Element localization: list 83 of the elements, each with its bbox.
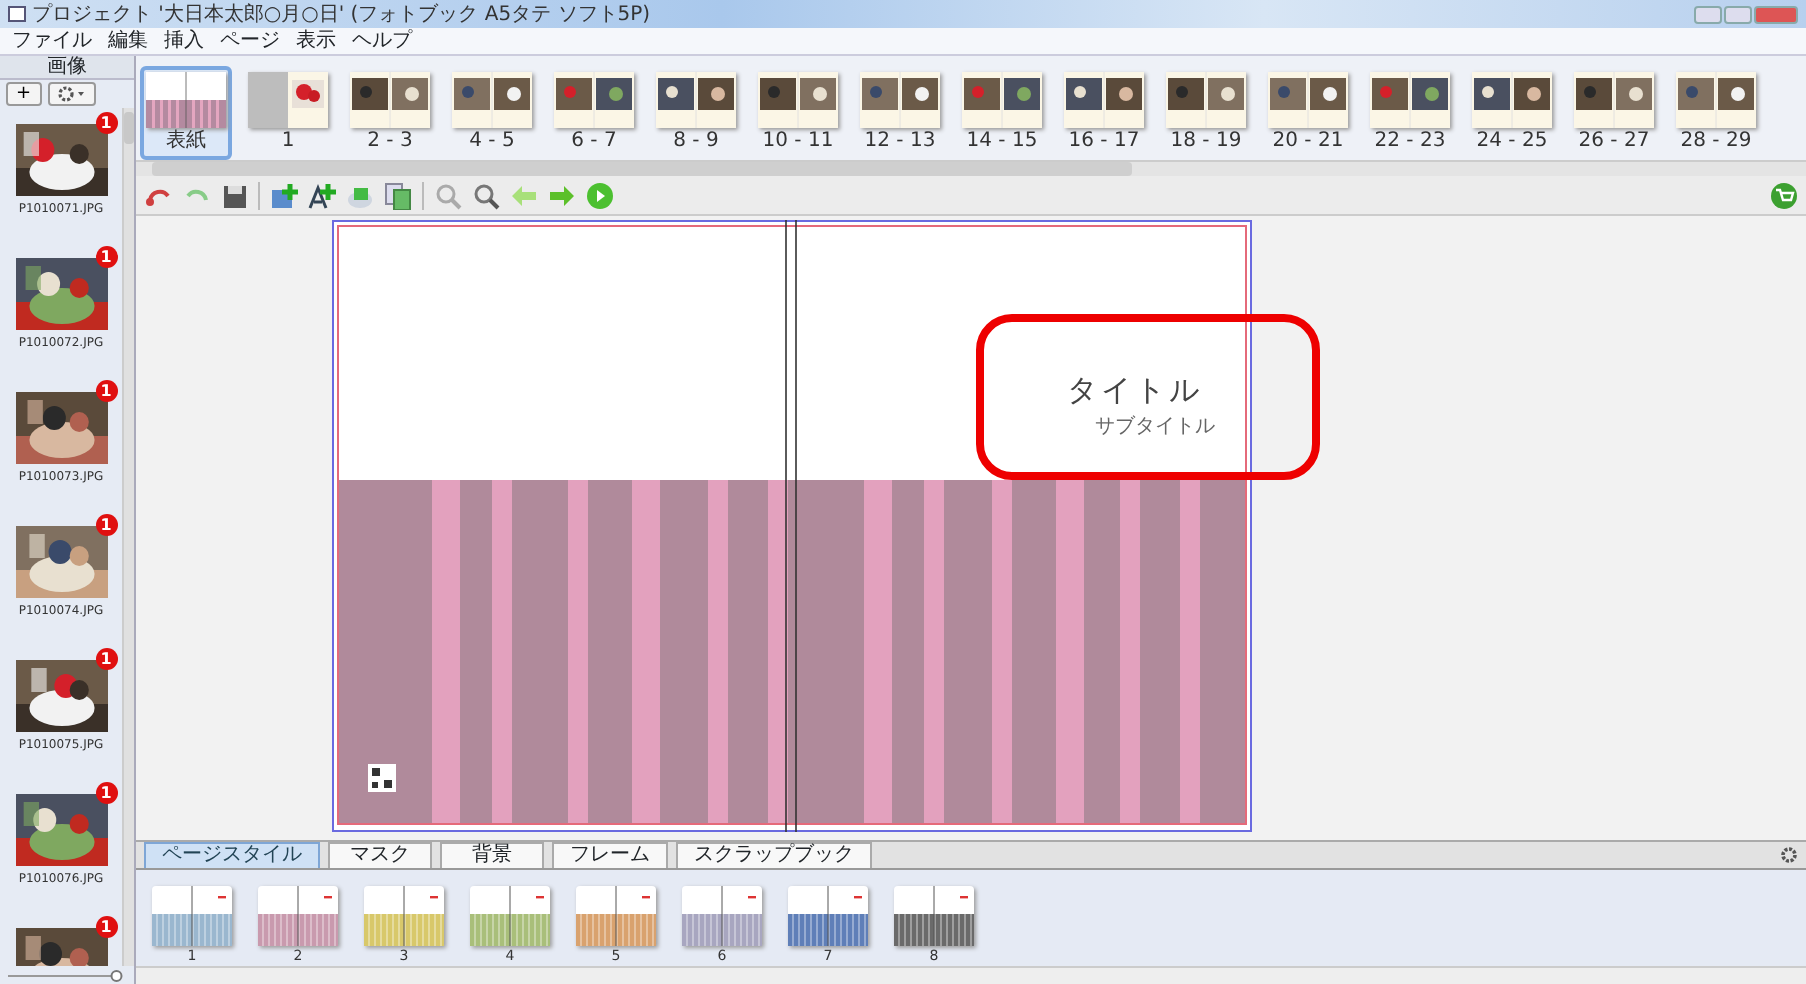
page-thumbnail[interactable]: 1 bbox=[242, 66, 334, 160]
window-title: プロジェクト '大日本太郎○月○日' (フォトブック A5タテ ソフト5P) bbox=[32, 1, 651, 29]
page-thumbnail[interactable]: 表紙 bbox=[140, 66, 232, 160]
page-thumbnail-drawing bbox=[350, 72, 430, 128]
cover-title: タイトル bbox=[1067, 370, 1203, 412]
page-thumbnail-drawing bbox=[656, 72, 736, 128]
copy-page-icon[interactable] bbox=[384, 181, 412, 209]
page-thumbnail[interactable]: 24 - 25 bbox=[1466, 66, 1558, 160]
page-style-swatch[interactable] bbox=[894, 886, 974, 946]
tab[interactable]: フレーム bbox=[552, 842, 668, 868]
add-photo-icon[interactable] bbox=[270, 181, 298, 209]
scrollbar[interactable] bbox=[122, 108, 134, 966]
panel-title: 画像 bbox=[0, 56, 134, 80]
add-text-icon[interactable] bbox=[308, 181, 336, 209]
badge: 1 bbox=[95, 916, 117, 938]
badge: 1 bbox=[95, 648, 117, 670]
page-thumbnail[interactable]: 4 - 5 bbox=[446, 66, 538, 160]
page-style-swatch[interactable] bbox=[152, 886, 232, 946]
badge: 1 bbox=[95, 514, 117, 536]
arrow-right-icon[interactable] bbox=[548, 181, 576, 209]
tab[interactable]: 背景 bbox=[440, 842, 544, 868]
page-style-swatch[interactable] bbox=[470, 886, 550, 946]
tab[interactable]: スクラップブック bbox=[676, 842, 872, 868]
page-style-swatch[interactable] bbox=[364, 886, 444, 946]
play-icon[interactable] bbox=[586, 181, 614, 209]
settings-icon[interactable] bbox=[1780, 846, 1798, 864]
page-thumbnail[interactable]: 12 - 13 bbox=[854, 66, 946, 160]
page-thumbnail-drawing bbox=[1064, 72, 1144, 128]
tab[interactable]: マスク bbox=[328, 842, 432, 868]
gear-icon bbox=[57, 85, 86, 102]
tab[interactable]: ページスタイル bbox=[144, 842, 320, 868]
page-thumbnail-drawing bbox=[962, 72, 1042, 128]
page-thumbnail-drawing bbox=[248, 72, 328, 128]
page-thumbnail-drawing bbox=[1574, 72, 1654, 128]
page-thumbnail-drawing bbox=[758, 72, 838, 128]
page-thumbnail-drawing bbox=[860, 72, 940, 128]
zoom-in-icon[interactable] bbox=[472, 181, 500, 209]
page-thumbnail-drawing bbox=[452, 72, 532, 128]
maximize-button[interactable] bbox=[1724, 5, 1752, 23]
menu-item[interactable]: 挿入 bbox=[164, 31, 204, 51]
save-icon[interactable] bbox=[220, 181, 248, 209]
cart-icon[interactable] bbox=[1770, 181, 1798, 209]
page-thumbnail-drawing bbox=[1676, 72, 1756, 128]
menu-item[interactable]: 表示 bbox=[296, 31, 336, 51]
page-thumbnail[interactable]: 22 - 23 bbox=[1364, 66, 1456, 160]
settings-button[interactable] bbox=[47, 82, 96, 106]
page-style-swatch[interactable] bbox=[258, 886, 338, 946]
page-thumbnail-drawing bbox=[1166, 72, 1246, 128]
add-button[interactable]: + bbox=[6, 82, 42, 106]
menu-item[interactable]: ページ bbox=[220, 31, 280, 51]
slider-thumb[interactable] bbox=[110, 970, 123, 982]
badge: 1 bbox=[95, 782, 117, 804]
menu-item[interactable]: ヘルプ bbox=[352, 31, 412, 51]
page-thumbnail[interactable]: 2 - 3 bbox=[344, 66, 436, 160]
badge: 1 bbox=[95, 380, 117, 402]
page-thumbnail[interactable]: 8 - 9 bbox=[650, 66, 742, 160]
page-thumbnail-drawing bbox=[1268, 72, 1348, 128]
page-thumbnail[interactable]: 10 - 11 bbox=[752, 66, 844, 160]
page-style-swatch[interactable] bbox=[788, 886, 868, 946]
badge: 1 bbox=[95, 112, 117, 134]
page-thumbnail-drawing bbox=[1472, 72, 1552, 128]
cover-subtitle: サブタイトル bbox=[1095, 413, 1215, 442]
page-thumbnail[interactable]: 16 - 17 bbox=[1058, 66, 1150, 160]
badge: 1 bbox=[95, 246, 117, 268]
cover-thumbnail-drawing bbox=[146, 72, 226, 128]
page-thumbnail-drawing bbox=[1370, 72, 1450, 128]
page-style-swatch[interactable] bbox=[682, 886, 762, 946]
scrollbar[interactable] bbox=[136, 160, 1806, 176]
zoom-out-icon[interactable] bbox=[434, 181, 462, 209]
page-thumbnail[interactable]: 6 - 7 bbox=[548, 66, 640, 160]
page-thumbnail-drawing bbox=[554, 72, 634, 128]
minimize-button[interactable] bbox=[1694, 5, 1722, 23]
close-button[interactable] bbox=[1754, 5, 1798, 23]
menu-item[interactable]: ファイル bbox=[12, 31, 92, 51]
page-style-swatch[interactable] bbox=[576, 886, 656, 946]
page-thumbnail[interactable]: 20 - 21 bbox=[1262, 66, 1354, 160]
menu-item[interactable]: 編集 bbox=[108, 31, 148, 51]
app-icon bbox=[8, 6, 26, 22]
page-thumbnail[interactable]: 26 - 27 bbox=[1568, 66, 1660, 160]
page-thumbnail[interactable]: 14 - 15 bbox=[956, 66, 1048, 160]
page-thumbnail[interactable]: 18 - 19 bbox=[1160, 66, 1252, 160]
arrow-left-icon[interactable] bbox=[510, 181, 538, 209]
page-thumbnail[interactable]: 28 - 29 bbox=[1670, 66, 1762, 160]
